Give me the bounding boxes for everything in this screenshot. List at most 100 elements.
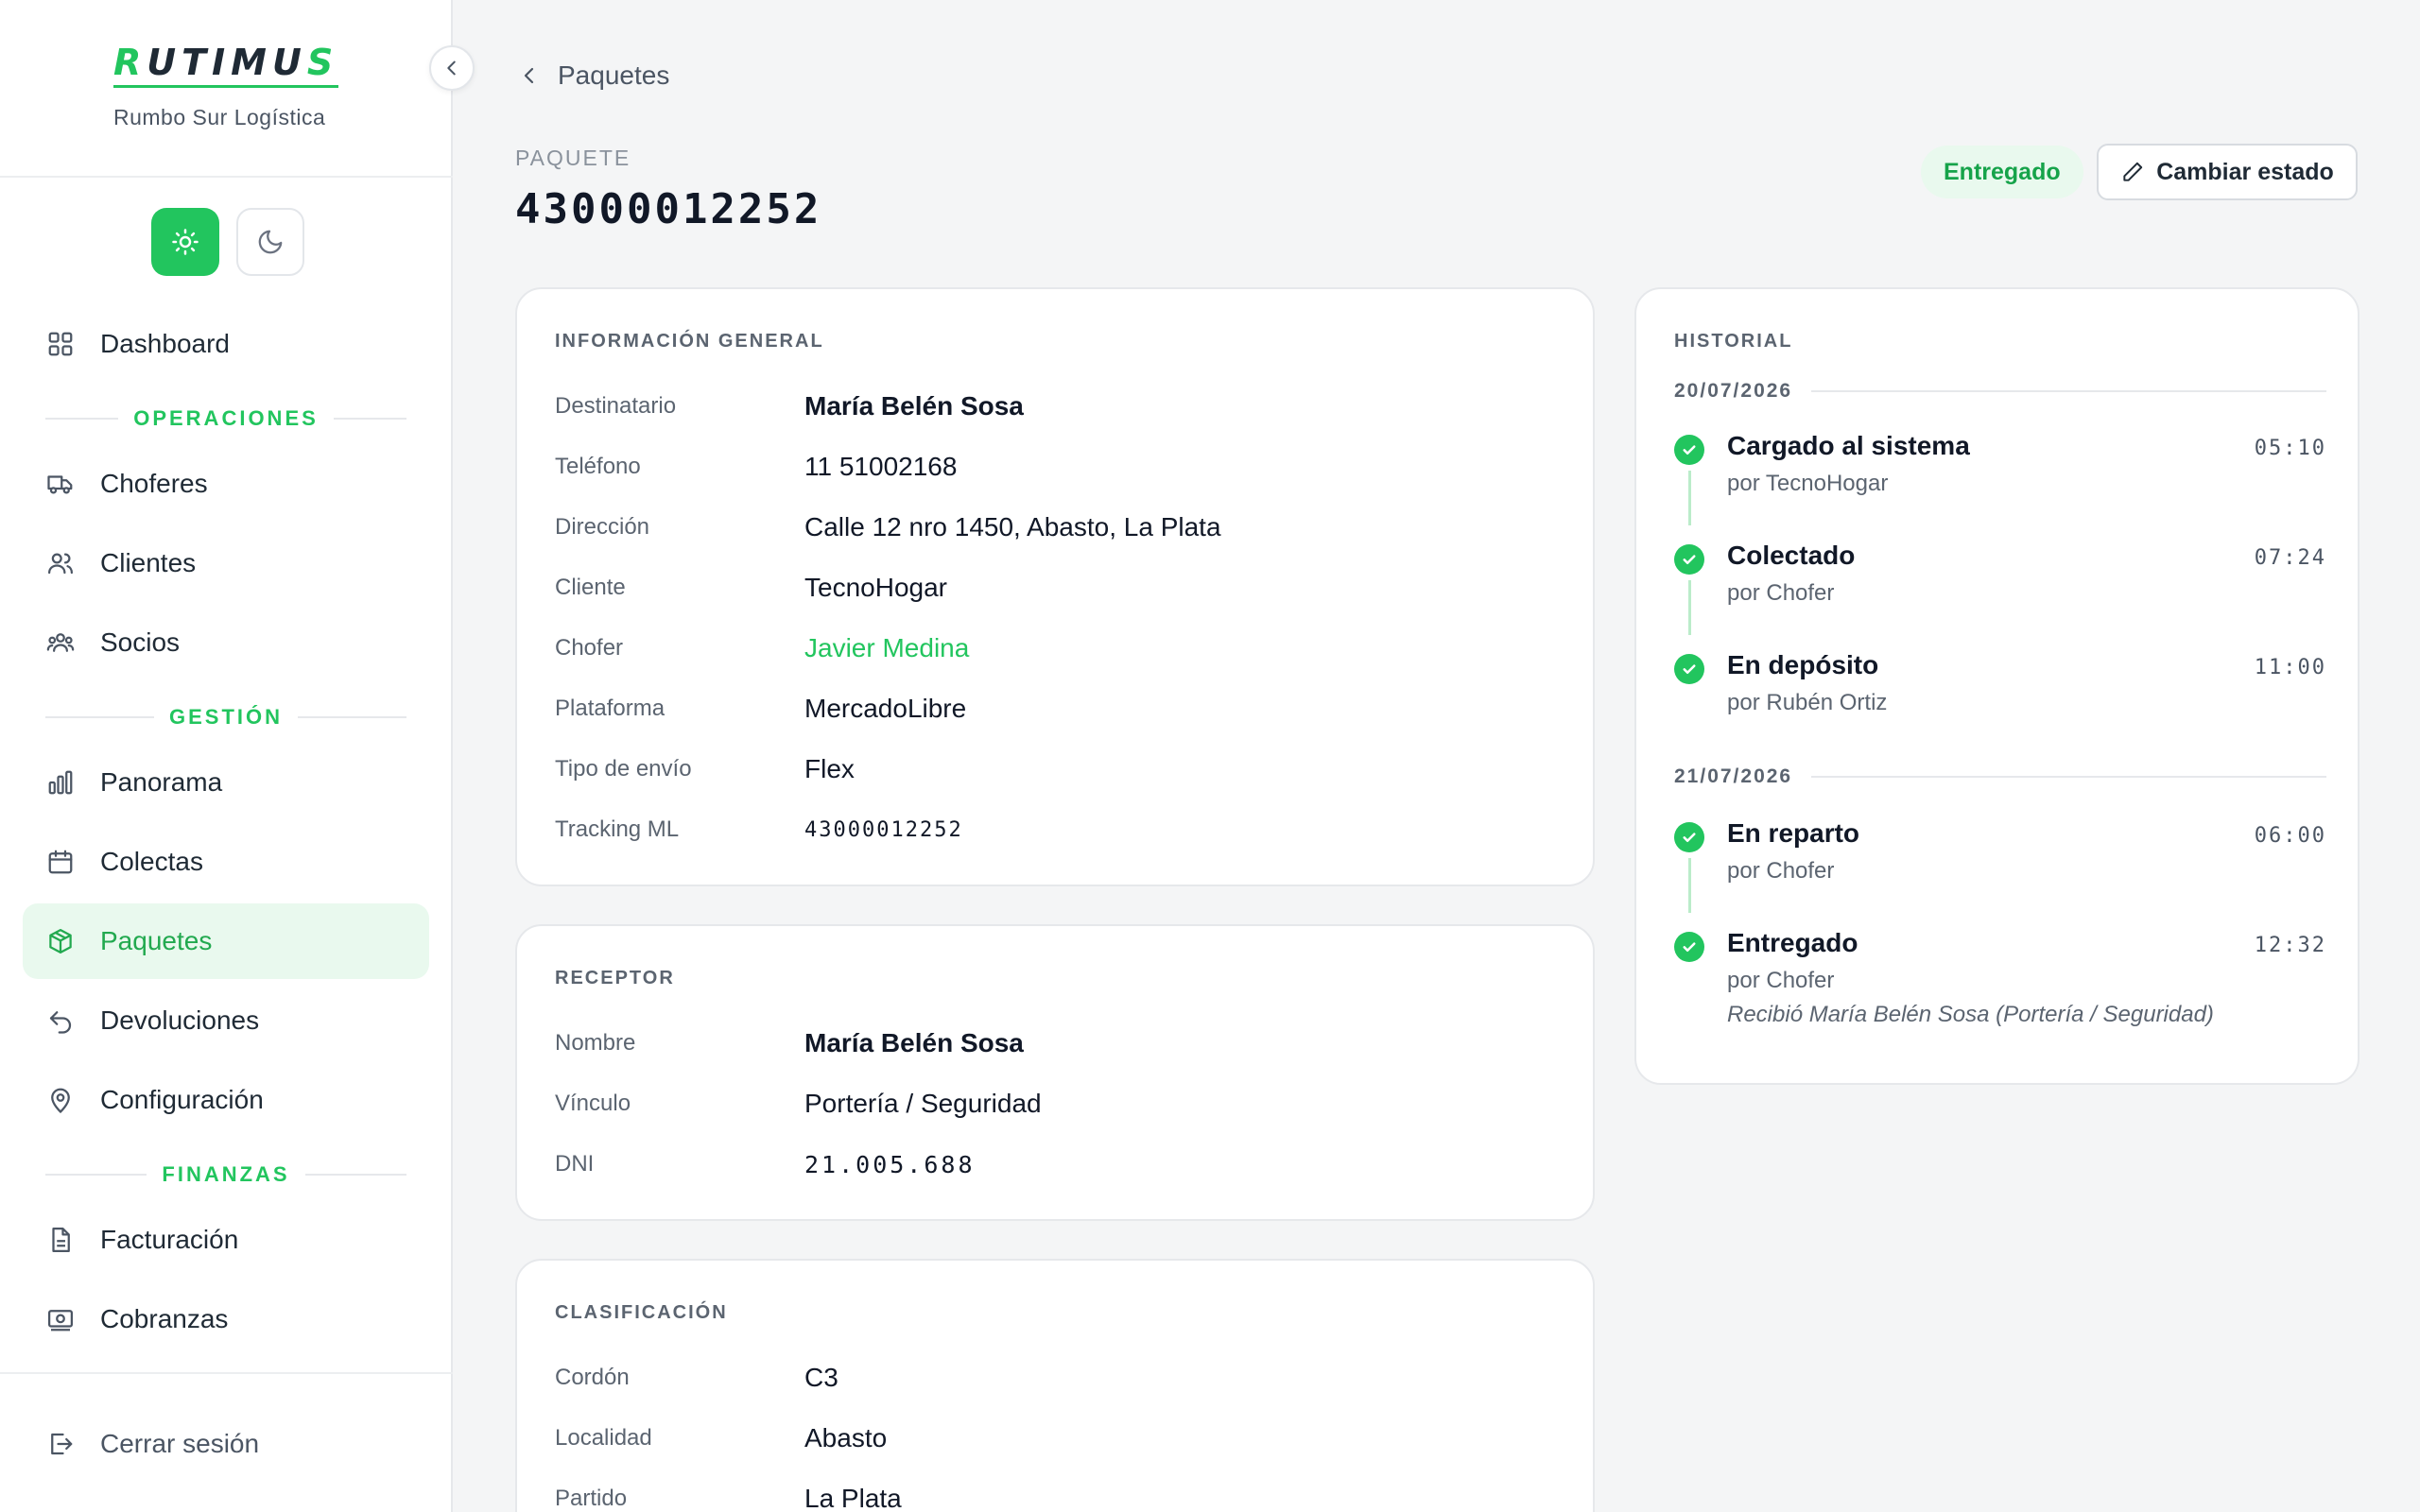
info-row: DNI 21.005.688	[555, 1145, 976, 1183]
info-row: Teléfono 11 51002168	[555, 448, 957, 486]
chevron-left-icon	[524, 67, 534, 84]
event-actor: por Rubén Ortiz	[1727, 690, 1888, 715]
nav-clientes[interactable]: Clientes	[23, 525, 429, 601]
section-label: FINANZAS	[162, 1162, 290, 1186]
nav-label: Socios	[100, 627, 181, 657]
nav-panorama[interactable]: Panorama	[23, 745, 429, 820]
section-label: GESTIÓN	[169, 705, 284, 729]
nav-label: Dashboard	[100, 329, 230, 358]
nav-choferes[interactable]: Choferes	[23, 446, 429, 522]
field-label: Vínculo	[555, 1091, 631, 1116]
nav-devoluciones[interactable]: Devoluciones	[23, 983, 429, 1058]
nav-label: Cobranzas	[100, 1304, 229, 1333]
nav-facturacion[interactable]: Facturación	[23, 1202, 429, 1278]
light-theme-button[interactable]	[151, 208, 219, 276]
collapse-sidebar-button[interactable]	[429, 45, 475, 91]
card-title: CLASIFICACIÓN	[555, 1302, 728, 1323]
card-title: RECEPTOR	[555, 968, 675, 988]
moon-icon	[258, 230, 283, 254]
nav-label: Panorama	[100, 767, 223, 797]
nav-paquetes[interactable]: Paquetes	[23, 903, 429, 979]
info-row: Cliente TecnoHogar	[555, 569, 947, 607]
change-state-label: Cambiar estado	[2156, 158, 2334, 185]
bar-chart-icon	[45, 767, 76, 798]
pencil-icon	[2123, 162, 2143, 181]
event-title: Entregado	[1727, 928, 1858, 957]
chevron-left-icon	[447, 60, 456, 76]
sidebar: RUTIMUS Rumbo Sur Logística Dashboard OP…	[0, 0, 453, 1512]
brand-logo: RUTIMUS	[113, 42, 339, 88]
history-event: En reparto por Chofer 06:00	[1674, 818, 2326, 913]
brand[interactable]: RUTIMUS Rumbo Sur Logística	[113, 42, 339, 130]
check-circle-icon	[1674, 932, 1704, 962]
field-label: Tracking ML	[555, 816, 680, 842]
history-date: 20/07/2026	[1674, 380, 2326, 403]
cordon-value: C3	[804, 1363, 838, 1392]
calendar-icon	[45, 847, 76, 877]
field-label: Plataforma	[555, 696, 666, 721]
history-card: HISTORIAL 20/07/2026 Cargado al sistema …	[1634, 287, 2360, 1085]
receiver-name-value: María Belén Sosa	[804, 1028, 1024, 1057]
field-label: Tipo de envío	[555, 756, 692, 782]
logout-label: Cerrar sesión	[100, 1429, 260, 1458]
field-label: Teléfono	[555, 454, 641, 479]
field-label: Cordón	[555, 1365, 630, 1390]
card-title: HISTORIAL	[1674, 331, 1793, 352]
timeline-connector	[1688, 858, 1691, 913]
grid-icon	[45, 329, 76, 359]
history-event: Colectado por Chofer 07:24	[1674, 541, 2326, 635]
partido-value: La Plata	[804, 1484, 902, 1512]
theme-toggle	[151, 208, 304, 276]
field-label: Dirección	[555, 514, 650, 540]
driver-link[interactable]: Javier Medina	[804, 633, 969, 663]
nav-socios[interactable]: Socios	[23, 605, 429, 680]
receptor-card: RECEPTOR Nombre María Belén Sosa Vínculo…	[515, 924, 1595, 1221]
brand-subtitle: Rumbo Sur Logística	[113, 105, 326, 129]
event-actor: por Chofer	[1727, 968, 1835, 993]
check-circle-icon	[1674, 654, 1704, 684]
logout-icon	[45, 1429, 76, 1459]
nav-configuracion[interactable]: Configuración	[23, 1062, 429, 1138]
platform-value: MercadoLibre	[804, 694, 967, 723]
back-link-label: Paquetes	[558, 60, 670, 90]
document-icon	[45, 1225, 76, 1255]
info-row: Destinatario María Belén Sosa	[555, 387, 1024, 425]
nav-label: Facturación	[100, 1225, 239, 1254]
nav-cobranzas[interactable]: Cobranzas	[23, 1281, 429, 1357]
event-time: 06:00	[2254, 824, 2326, 848]
event-title: En depósito	[1727, 650, 1879, 679]
check-circle-icon	[1674, 544, 1704, 575]
nav-dashboard[interactable]: Dashboard	[23, 306, 429, 382]
divider	[0, 176, 453, 178]
info-row: Plataforma MercadoLibre	[555, 690, 966, 728]
shipping-type-value: Flex	[804, 754, 855, 783]
nav-label: Colectas	[100, 847, 203, 876]
sun-icon	[172, 229, 199, 255]
info-row: Tracking ML 43000012252	[555, 811, 963, 849]
map-pin-icon	[45, 1085, 76, 1115]
users-icon	[45, 548, 76, 578]
nav-colectas[interactable]: Colectas	[23, 824, 429, 900]
info-row: Nombre María Belén Sosa	[555, 1024, 1024, 1062]
divider	[0, 1372, 453, 1374]
dark-theme-button[interactable]	[236, 208, 304, 276]
field-label: Localidad	[555, 1425, 652, 1451]
field-label: Destinatario	[555, 393, 677, 419]
back-link[interactable]: Paquetes	[518, 60, 669, 91]
history-event: En depósito por Rubén Ortiz 11:00	[1674, 650, 2326, 726]
section-operaciones: OPERACIONES	[45, 406, 406, 431]
timeline-connector	[1688, 471, 1691, 525]
phone-value: 11 51002168	[804, 452, 958, 481]
info-row: Localidad Abasto	[555, 1419, 887, 1457]
event-time: 12:32	[2254, 934, 2326, 957]
relation-value: Portería / Seguridad	[804, 1089, 1042, 1118]
field-label: Partido	[555, 1486, 628, 1511]
event-note: Recibió María Belén Sosa (Portería / Seg…	[1727, 1002, 2214, 1027]
page-eyebrow: PAQUETE	[515, 146, 631, 170]
event-title: Colectado	[1727, 541, 1856, 570]
info-row: Tipo de envío Flex	[555, 750, 855, 788]
event-title: Cargado al sistema	[1727, 431, 1970, 460]
logout-button[interactable]: Cerrar sesión	[23, 1406, 429, 1482]
change-state-button[interactable]: Cambiar estado	[2097, 144, 2358, 200]
event-actor: por TecnoHogar	[1727, 471, 1889, 496]
